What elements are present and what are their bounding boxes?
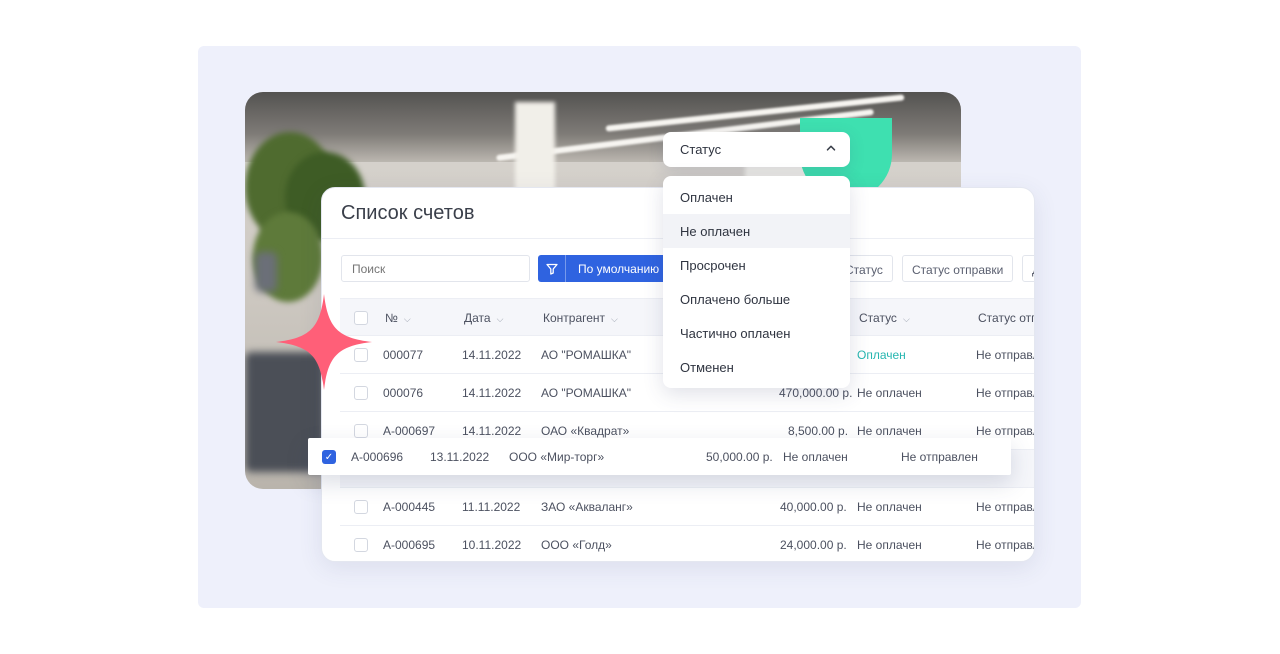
row-counterparty: ООО «Голд» xyxy=(541,538,612,552)
row-send-status: Не отправл xyxy=(976,348,1035,362)
status-option-paid[interactable]: Оплачен xyxy=(663,180,850,214)
status-badge: Не оплачен xyxy=(857,386,922,400)
column-header-status[interactable]: Статус ⌵ xyxy=(859,311,910,325)
table-row[interactable]: A-000695 10.11.2022 ООО «Голд» 24,000.00… xyxy=(340,526,1035,561)
row-date: 10.11.2022 xyxy=(462,538,522,552)
chevron-down-icon: ⌵ xyxy=(403,314,411,324)
selected-table-row[interactable]: ✓ A-000696 13.11.2022 ООО «Мир-торг» 50,… xyxy=(308,438,1011,475)
filter-button-label: По умолчанию xyxy=(578,261,660,276)
chevron-down-icon: ⌵ xyxy=(611,314,618,324)
filter-icon xyxy=(538,255,566,282)
status-badge: Не оплачен xyxy=(857,424,922,438)
status-badge: Оплачен xyxy=(857,348,906,362)
status-dropdown-label: Статус xyxy=(680,142,722,157)
row-send-status: Не отправл xyxy=(976,386,1035,400)
row-number: A-000696 xyxy=(351,450,404,464)
send-status-filter-chip[interactable]: Статус отправки xyxy=(902,255,1014,282)
checked-checkbox-icon[interactable]: ✓ xyxy=(322,450,336,464)
row-number: A-000445 xyxy=(383,500,436,514)
row-number: 000076 xyxy=(383,386,424,400)
row-counterparty: АО "РОМАШКА" xyxy=(541,386,631,400)
row-amount: 40,000.00 р. xyxy=(780,500,847,514)
status-option-overdue[interactable]: Просрочен xyxy=(663,248,850,282)
status-option-cancelled[interactable]: Отменен xyxy=(663,350,850,384)
row-amount: 50,000.00 р. xyxy=(706,450,773,464)
pink-star-shape xyxy=(276,294,372,390)
chevron-down-icon: ⌵ xyxy=(902,314,910,324)
chevron-down-icon: ⌵ xyxy=(496,314,504,324)
status-option-unpaid[interactable]: Не оплачен xyxy=(663,214,850,248)
status-badge: Не оплачен xyxy=(857,538,922,552)
row-number: A-000695 xyxy=(383,538,436,552)
row-date: 11.11.2022 xyxy=(462,500,521,514)
row-send-status: Не отправл xyxy=(976,424,1035,438)
row-send-status: Не отправл xyxy=(976,500,1035,514)
row-date: 14.11.2022 xyxy=(462,348,522,362)
row-amount: 24,000.00 р. xyxy=(780,538,847,552)
default-filter-button[interactable]: По умолчанию xyxy=(538,255,668,282)
row-date: 14.11.2022 xyxy=(462,386,522,400)
row-number: A-000697 xyxy=(383,424,436,438)
row-checkbox[interactable] xyxy=(354,538,368,552)
page-title: Список счетов xyxy=(341,202,475,224)
status-option-overpaid[interactable]: Оплачено больше xyxy=(663,282,850,316)
row-counterparty: АО "РОМАШКА" xyxy=(541,348,631,362)
row-number: 000077 xyxy=(383,348,424,362)
status-dropdown-menu: Оплачен Не оплачен Просрочен Оплачено бо… xyxy=(663,176,850,388)
row-send-status: Не отправлен xyxy=(901,450,978,464)
status-option-partially-paid[interactable]: Частично оплачен xyxy=(663,316,850,350)
row-date: 13.11.2022 xyxy=(430,450,490,464)
row-counterparty: ОАО «Квадрат» xyxy=(541,424,630,438)
row-checkbox[interactable] xyxy=(354,424,368,438)
row-date: 14.11.2022 xyxy=(462,424,522,438)
column-header-counterparty[interactable]: Контрагент ⌵ xyxy=(543,311,618,325)
row-send-status: Не отправл xyxy=(976,538,1035,552)
search-input[interactable] xyxy=(341,255,530,282)
row-amount: 8,500.00 р. xyxy=(788,424,849,438)
status-badge: Не оплачен xyxy=(857,500,922,514)
status-dropdown-toggle[interactable]: Статус xyxy=(663,132,850,167)
column-header-number[interactable]: № ⌵ xyxy=(385,311,411,325)
row-checkbox[interactable] xyxy=(354,500,368,514)
column-header-send-status[interactable]: Статус отп xyxy=(978,311,1034,325)
status-badge: Не оплачен xyxy=(783,450,848,464)
more-filter-chip[interactable]: Д xyxy=(1022,255,1034,282)
chevron-up-icon xyxy=(826,145,836,151)
column-header-date[interactable]: Дата ⌵ xyxy=(464,311,503,325)
table-row[interactable]: A-000445 11.11.2022 ЗАО «Акваланг» 40,00… xyxy=(340,488,1035,526)
row-counterparty: ООО «Мир-торг» xyxy=(509,450,605,464)
row-counterparty: ЗАО «Акваланг» xyxy=(541,500,633,514)
row-amount: 470,000.00 р. xyxy=(779,386,853,400)
